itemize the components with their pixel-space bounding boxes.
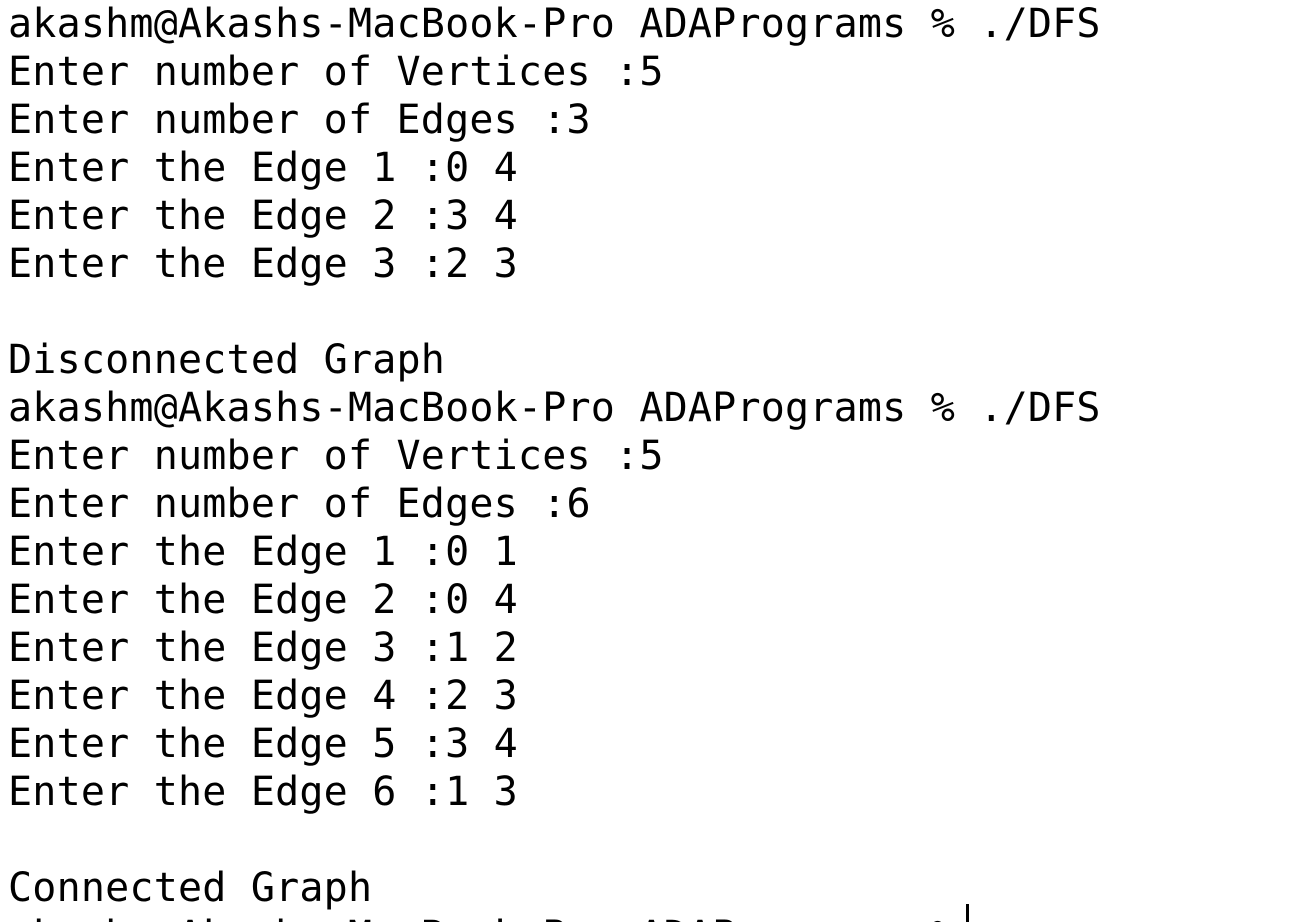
terminal-line: Enter number of Vertices :5 [8, 433, 664, 479]
terminal-line: Enter number of Vertices :5 [8, 49, 664, 95]
terminal-line: Enter the Edge 2 :0 4 [8, 577, 518, 623]
terminal-line: Enter the Edge 3 :1 2 [8, 625, 518, 671]
terminal-window[interactable]: akashm@Akashs-MacBook-Pro ADAPrograms % … [0, 0, 1294, 922]
terminal-line: Enter the Edge 1 :0 4 [8, 145, 518, 191]
terminal-line: Enter the Edge 6 :1 3 [8, 769, 518, 815]
terminal-line: Enter number of Edges :6 [8, 481, 591, 527]
terminal-line: akashm@Akashs-MacBook-Pro ADAPrograms % … [8, 1, 1101, 47]
terminal-line: Enter the Edge 3 :2 3 [8, 241, 518, 287]
terminal-line: Enter the Edge 1 :0 1 [8, 529, 518, 575]
terminal-line: Disconnected Graph [8, 337, 446, 383]
terminal-line: Enter the Edge 5 :3 4 [8, 721, 518, 767]
terminal-line: akashm@Akashs-MacBook-Pro ADAPrograms % … [8, 385, 1101, 431]
terminal-line: Enter the Edge 2 :3 4 [8, 193, 518, 239]
terminal-line: Enter the Edge 4 :2 3 [8, 673, 518, 719]
terminal-line: Enter number of Edges :3 [8, 97, 591, 143]
terminal-line: Connected Graph [8, 865, 373, 911]
terminal-prompt-line: akashm@Akashs-MacBook-Pro ADAPrograms % [0, 912, 1294, 922]
text-cursor [966, 904, 969, 922]
